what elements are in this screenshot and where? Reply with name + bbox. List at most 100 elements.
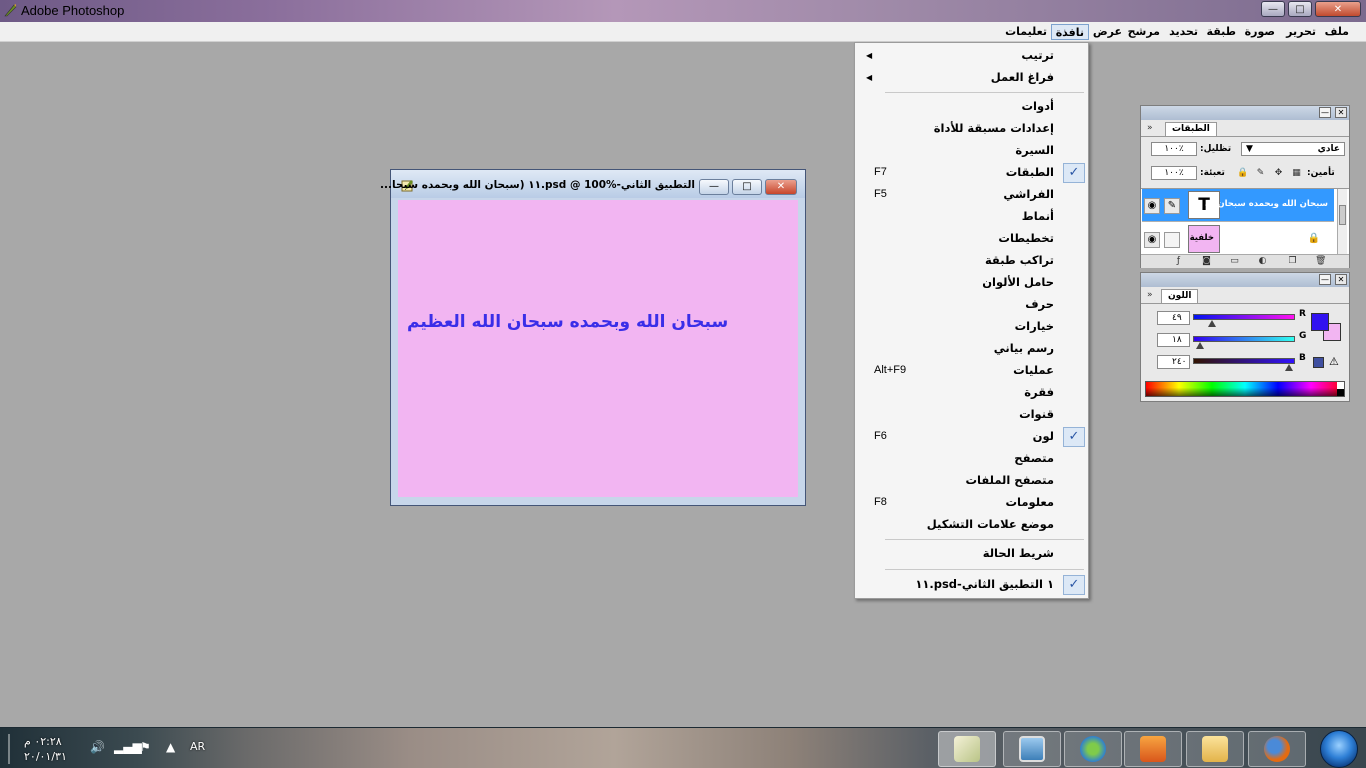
menu-select[interactable]: تحديد	[1165, 24, 1202, 40]
menu-item-tools[interactable]: أدوات	[855, 96, 1088, 118]
spectrum-white-swatch[interactable]	[1337, 382, 1344, 389]
layer-row-background[interactable]: ◉ خلفية 🔒	[1142, 223, 1334, 256]
document-window[interactable]: — □ ✕ التطبيق الثاني-psd @ 100%.١١ (سبحا…	[380, 169, 806, 506]
menu-item-layers[interactable]: ✓ الطبقات F7	[855, 162, 1088, 184]
maximize-button[interactable]: □	[1288, 1, 1312, 17]
menu-item-workspace[interactable]: فراغ العمل ◀	[855, 67, 1088, 89]
menu-item-tool-presets[interactable]: إعدادات مسبقة للأداة	[855, 118, 1088, 140]
red-value-input[interactable]: ٤٩	[1157, 311, 1190, 325]
document-close-button[interactable]: ✕	[765, 179, 797, 195]
menu-view[interactable]: عرض	[1089, 24, 1126, 40]
color-spectrum-bar[interactable]	[1145, 381, 1345, 397]
menu-item-history[interactable]: السيرة	[855, 140, 1088, 162]
red-slider-thumb[interactable]	[1208, 320, 1217, 327]
tab-layers[interactable]: الطبقات	[1165, 122, 1217, 136]
document-canvas[interactable]: سبحان الله وبحمده سبحان الله العظيم	[398, 200, 798, 497]
menu-item-actions[interactable]: عمليات Alt+F9	[855, 360, 1088, 382]
taskbar-media-player-button[interactable]	[1124, 731, 1182, 767]
add-mask-icon[interactable]: ◙	[1201, 256, 1212, 267]
menu-image[interactable]: صورة	[1241, 24, 1279, 40]
menu-item-arrange[interactable]: ترتيب ◀	[855, 45, 1088, 67]
menu-item-swatches[interactable]: حامل الألوان	[855, 272, 1088, 294]
taskbar-messenger-button[interactable]	[1064, 731, 1122, 767]
document-title-bar[interactable]: — □ ✕ التطبيق الثاني-psd @ 100%.١١ (سبحا…	[380, 170, 805, 198]
adjustment-layer-icon[interactable]: ◐	[1257, 256, 1268, 267]
new-layer-icon[interactable]: ❐	[1287, 256, 1298, 267]
blue-value-input[interactable]: ٢٤٠	[1157, 355, 1190, 369]
tray-expand-icon[interactable]: ▲	[166, 740, 175, 754]
lock-image-icon[interactable]: ✎	[1255, 168, 1266, 179]
taskbar-image-viewer-button[interactable]	[1003, 731, 1061, 767]
eye-icon[interactable]: ◉	[1144, 198, 1160, 214]
web-safe-color-swatch[interactable]	[1313, 357, 1324, 368]
opacity-input[interactable]: ١٠٠٪	[1151, 142, 1197, 156]
blend-mode-select[interactable]: ▼ عادي	[1241, 142, 1345, 156]
panel-menu-icon[interactable]: »	[1147, 290, 1153, 300]
clock-time[interactable]: ٠٢:٢٨ م	[24, 735, 62, 748]
menu-item-info[interactable]: معلومات F8	[855, 492, 1088, 514]
menu-item-navigator[interactable]: متصفح	[855, 448, 1088, 470]
menu-item-layer-comps[interactable]: تراكب طبقة	[855, 250, 1088, 272]
menu-item-diacritics[interactable]: موضع علامات التشكيل	[855, 514, 1088, 536]
taskbar-firefox-button[interactable]	[1248, 731, 1306, 767]
menu-item-paths[interactable]: تخطيطات	[855, 228, 1088, 250]
lock-all-icon[interactable]: 🔒	[1237, 168, 1248, 179]
new-set-icon[interactable]: ▭	[1229, 256, 1240, 267]
blue-slider-track[interactable]	[1193, 358, 1295, 364]
layers-scrollbar[interactable]	[1337, 189, 1347, 255]
color-panel-header[interactable]: — ✕	[1141, 273, 1349, 287]
blue-slider-thumb[interactable]	[1284, 364, 1293, 371]
panel-minimize-button[interactable]: —	[1319, 107, 1331, 118]
menu-item-file-browser[interactable]: متصفح الملفات	[855, 470, 1088, 492]
volume-icon[interactable]: 🔊	[90, 740, 105, 754]
spectrum-black-swatch[interactable]	[1337, 389, 1344, 396]
menu-item-histogram[interactable]: رسم بياني	[855, 338, 1088, 360]
language-indicator[interactable]: AR	[190, 740, 205, 753]
menu-item-character[interactable]: حرف	[855, 294, 1088, 316]
menu-window[interactable]: نافذة	[1050, 24, 1089, 40]
close-button[interactable]: ✕	[1315, 1, 1361, 17]
menu-file[interactable]: ملف	[1321, 24, 1353, 40]
action-center-flag-icon[interactable]: ⚑	[140, 740, 151, 754]
menu-item-paragraph[interactable]: فقرة	[855, 382, 1088, 404]
menu-filter[interactable]: مرشح	[1124, 24, 1164, 40]
document-minimize-button[interactable]: —	[699, 179, 729, 195]
menu-item-open-document[interactable]: ✓ ١ التطبيق الثاني-psd.١١	[855, 574, 1088, 596]
menu-item-channels[interactable]: قنوات	[855, 404, 1088, 426]
taskbar-explorer-button[interactable]	[1186, 731, 1244, 767]
menu-help[interactable]: تعليمات	[1001, 24, 1051, 40]
canvas-text-layer[interactable]: سبحان الله وبحمده سبحان الله العظيم	[407, 312, 728, 332]
minimize-button[interactable]: —	[1261, 1, 1285, 17]
menu-item-status-bar[interactable]: شريط الحالة	[855, 543, 1088, 565]
green-slider-thumb[interactable]	[1196, 342, 1205, 349]
clock-date[interactable]: ٢٠/٠١/٣١	[24, 750, 67, 763]
start-button[interactable]	[1320, 730, 1358, 768]
foreground-color-swatch[interactable]	[1311, 313, 1329, 331]
menu-item-color[interactable]: ✓ لون F6	[855, 426, 1088, 448]
menu-item-options[interactable]: خيارات	[855, 316, 1088, 338]
lock-transparent-icon[interactable]: ▦	[1291, 168, 1302, 179]
menu-item-styles[interactable]: أنماط	[855, 206, 1088, 228]
network-signal-icon[interactable]: ▂▄▆	[114, 740, 142, 754]
trash-icon[interactable]: 🗑	[1315, 256, 1326, 267]
fill-input[interactable]: ١٠٠٪	[1151, 166, 1197, 180]
warning-icon[interactable]: ⚠	[1329, 355, 1339, 368]
scrollbar-thumb[interactable]	[1339, 205, 1346, 225]
panel-close-button[interactable]: ✕	[1335, 107, 1347, 118]
menu-item-brushes[interactable]: الفراشي F5	[855, 184, 1088, 206]
lock-position-icon[interactable]: ✥	[1273, 168, 1284, 179]
show-desktop-button[interactable]	[8, 734, 10, 764]
panel-minimize-button[interactable]: —	[1319, 274, 1331, 285]
layer-row-text[interactable]: ◉ ✎ T سبحان الله وبحمده سبحان ...	[1142, 189, 1334, 222]
layers-panel-header[interactable]: — ✕	[1141, 106, 1349, 120]
panel-close-button[interactable]: ✕	[1335, 274, 1347, 285]
menu-layer[interactable]: طبقة	[1203, 24, 1240, 40]
add-style-icon[interactable]: ƒ	[1173, 256, 1184, 267]
green-slider-track[interactable]	[1193, 336, 1295, 342]
document-maximize-button[interactable]: □	[732, 179, 762, 195]
taskbar-photoshop-button[interactable]	[938, 731, 996, 767]
panel-menu-icon[interactable]: »	[1147, 123, 1153, 133]
green-value-input[interactable]: ١٨	[1157, 333, 1190, 347]
eye-icon[interactable]: ◉	[1144, 232, 1160, 248]
menu-edit[interactable]: تحرير	[1282, 24, 1320, 40]
